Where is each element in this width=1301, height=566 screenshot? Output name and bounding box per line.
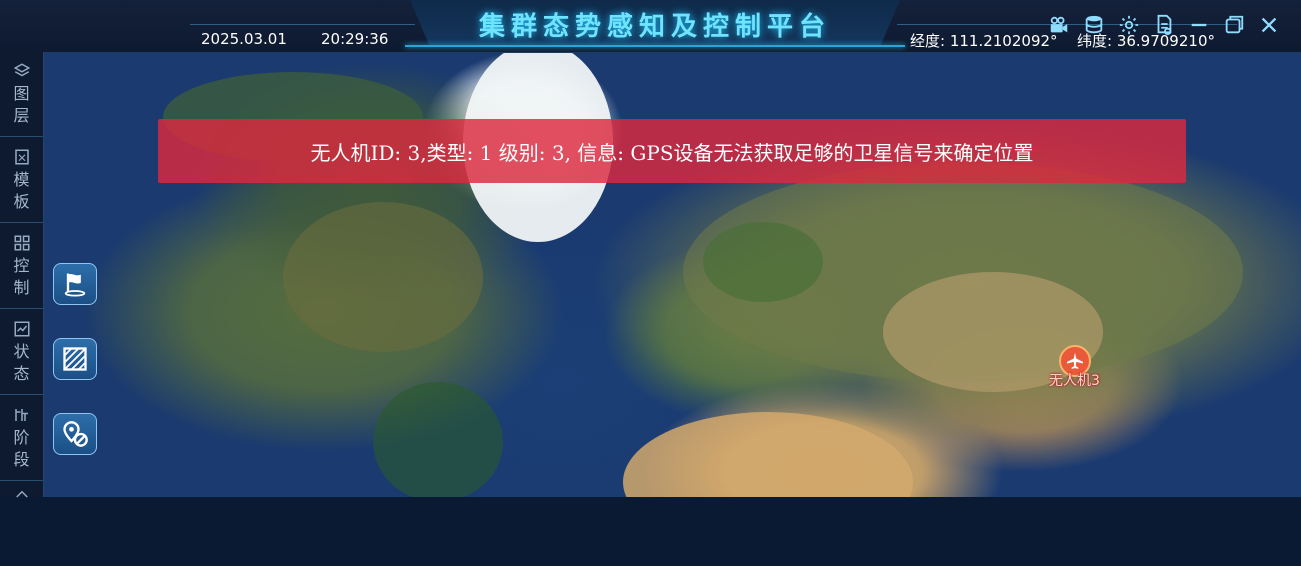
location-cancel-icon	[63, 421, 88, 447]
title-underline	[405, 45, 905, 47]
current-time: 20:29:36	[321, 30, 389, 48]
drone-marker-label: 无人机3	[1049, 373, 1100, 389]
phase-icon	[14, 408, 28, 421]
area-select-button[interactable]	[53, 338, 97, 380]
sidebar-item-phase[interactable]: 阶段	[0, 396, 43, 481]
sidebar-item-layers[interactable]: 图层	[0, 52, 43, 137]
minimize-icon[interactable]	[1186, 13, 1211, 38]
sidebar-item-label: 模板	[13, 169, 30, 211]
area-select-icon	[63, 347, 87, 371]
sidebar-item-more[interactable]	[0, 482, 43, 566]
map-landmass	[703, 222, 823, 302]
left-sidebar: 图层 模板 控制 状态 阶段	[0, 52, 44, 498]
chart-icon	[14, 321, 29, 336]
current-date: 2025.03.01	[201, 30, 287, 48]
app-title: 集群态势感知及控制平台	[478, 12, 831, 42]
map-landmass	[283, 202, 483, 352]
flag-icon	[64, 273, 86, 297]
sidebar-item-template[interactable]: 模板	[0, 138, 43, 223]
sidebar-item-label: 阶段	[13, 427, 30, 469]
airplane-icon	[1067, 352, 1083, 369]
chevron-up-icon	[15, 490, 28, 498]
sidebar-item-label: 状态	[13, 341, 30, 383]
close-icon[interactable]	[1256, 13, 1281, 38]
layers-icon	[13, 62, 30, 76]
sidebar-item-status[interactable]: 状态	[0, 310, 43, 395]
alert-banner[interactable]: 无人机ID: 3,类型: 1 级别: 3, 信息: GPS设备无法获取足够的卫星…	[158, 119, 1186, 183]
sidebar-item-label: 控制	[13, 255, 30, 297]
restore-icon[interactable]	[1221, 13, 1246, 38]
map-landmass	[623, 412, 913, 497]
grid-icon	[14, 235, 29, 250]
location-cancel-button[interactable]	[53, 413, 97, 455]
sidebar-item-label: 图层	[13, 83, 30, 125]
document-icon[interactable]	[1151, 13, 1176, 38]
gear-icon[interactable]	[1116, 13, 1141, 38]
flag-tool-button[interactable]	[53, 263, 97, 305]
longitude-readout: 经度: 111.2102092°	[910, 32, 1058, 50]
window-toolbar	[1046, 12, 1281, 38]
sidebar-item-control[interactable]: 控制	[0, 224, 43, 309]
template-icon	[14, 149, 29, 164]
video-camera-icon[interactable]	[1046, 13, 1071, 38]
alert-message: 无人机ID: 3,类型: 1 级别: 3, 信息: GPS设备无法获取足够的卫星…	[310, 140, 1034, 165]
header-bar: 集群态势感知及控制平台 2025.03.01 20:29:36 经度: 111.…	[0, 0, 1301, 53]
map-landmass	[373, 382, 503, 497]
database-icon[interactable]	[1081, 13, 1106, 38]
